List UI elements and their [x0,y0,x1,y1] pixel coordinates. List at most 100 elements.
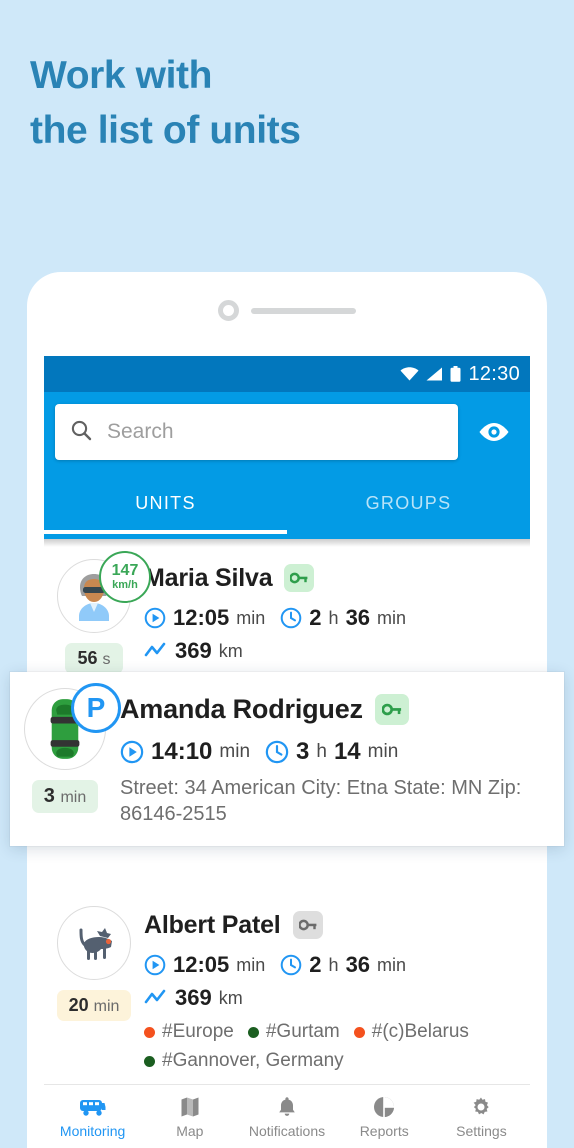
tag-color-dot [247,1026,259,1038]
tag-label: #Gurtam [265,1021,340,1043]
nav-item-monitoring[interactable]: Monitoring [44,1095,141,1139]
stat-engine-hours: 3 h 14 min [265,738,398,766]
stat-duration: 12:05 min [144,605,265,631]
unit-tags: #Europe #Gurtam #(c)Belarus #Gannover, Germ… [144,1018,522,1077]
highlighted-unit-card[interactable]: P 3 min Amanda Rodriguez 14:10 min 3 h 1… [10,672,564,846]
bus-icon [79,1095,106,1119]
headline-line-1: Work with [30,54,213,97]
unit-name: Maria Silva [144,563,273,592]
speed-badge: 147 km/h [99,551,151,603]
stat-value: 12:05 [173,605,230,630]
stat-unit: h [328,607,339,628]
tab-groups[interactable]: GROUPS [287,472,530,534]
unit-name: Albert Patel [144,910,281,939]
stat-unit-2: min [367,741,399,762]
unit-name-row: Albert Patel [144,906,522,944]
stat-engine-hours: 2 h 36 min [280,952,406,978]
avatar-column: P 3 min [10,683,121,828]
nav-label: Settings [456,1122,507,1139]
status-bar-clock: 12:30 [468,362,520,385]
key-icon[interactable] [374,693,409,725]
unit-address: Street: 34 American City: Etna State: MN… [120,777,522,826]
avatar: P [24,683,121,770]
tab-units[interactable]: UNITS [44,472,287,534]
bell-icon [277,1095,297,1119]
key-icon[interactable] [292,911,323,940]
speed-badge-value: 147 [111,562,139,579]
stat-value: 14:10 [151,738,213,765]
unit-info: Albert Patel 12:05 min 2 h 36 min 369 km… [144,906,530,1077]
tab-bar: UNITS GROUPS [44,472,530,534]
app-header-shadow [44,539,530,547]
list-item[interactable]: #Gannover, Germany [144,1047,344,1076]
cat-avatar-icon [79,928,112,961]
stat-value: 2 [309,952,322,978]
play-circle-icon [120,740,144,764]
avatar [57,906,131,981]
stat-duration: 12:05 min [144,952,265,978]
unit-stats: 12:05 min 2 h 36 min 369 km [144,952,522,1011]
unit-info: Amanda Rodriguez 14:10 min 3 h 14 min St… [120,688,564,828]
stat-value: 2 [309,605,322,630]
tag-label: #Europe [162,1021,234,1043]
speed-badge-unit: km/h [112,579,138,591]
gear-icon [470,1095,492,1119]
play-circle-icon [144,607,166,629]
stat-value: 369 [175,985,212,1011]
stat-value: 12:05 [173,952,230,978]
stat-unit: min [236,607,266,628]
search-icon [69,418,93,447]
nav-item-settings[interactable]: Settings [433,1095,530,1139]
stat-unit: min [236,954,266,975]
phone-speaker-row [27,300,547,321]
stat-unit-2: min [377,954,407,975]
stat-value: 3 [296,738,310,765]
unit-name-row: Amanda Rodriguez [120,688,556,730]
signal-icon [426,367,443,381]
nav-item-map[interactable]: Map [141,1095,238,1139]
unit-list: 56 s Maria Silva 12:05 min 2 h 36 min 36… [44,547,530,1148]
status-bar: 12:30 [44,356,530,392]
avatar-column: 20 min [44,906,144,1077]
list-item[interactable]: #(c)Belarus [353,1018,469,1047]
status-badge-unit: min [93,998,120,1016]
search-field[interactable]: Search [55,404,458,460]
nav-label: Monitoring [59,1122,126,1139]
battery-icon [450,366,461,382]
status-badge: 20 min [56,990,132,1022]
unit-name: Amanda Rodriguez [120,693,363,724]
key-icon[interactable] [284,564,315,592]
eye-icon[interactable] [458,420,530,444]
nav-label: Notifications [248,1122,326,1139]
trend-icon [144,642,166,657]
table-row[interactable]: 20 min Albert Patel 12:05 min 2 h 36 min… [44,894,530,1088]
tag-color-dot [144,1056,155,1068]
status-badge: 56 s [65,643,123,674]
map-icon [180,1095,200,1119]
nav-label: Map [176,1122,204,1139]
trend-icon [144,989,166,1004]
nav-item-reports[interactable]: Reports [336,1095,433,1139]
list-item[interactable]: #Europe [144,1018,234,1047]
list-item[interactable]: #Gurtam [247,1018,340,1047]
tag-color-dot [144,1026,155,1038]
status-badge-value: 20 [68,995,89,1016]
headline-line-2: the list of units [30,109,301,153]
unit-name-row: Maria Silva [144,559,522,597]
bottom-navigation: Monitoring Map Notifications Reports Set… [44,1084,530,1148]
status-badge-value: 3 [43,785,55,807]
status-badge-unit: s [102,651,111,668]
app-header: 12:30 Search UNITS GROUPS [44,356,530,539]
nav-item-notifications[interactable]: Notifications [238,1095,335,1139]
unit-stats: 14:10 min 3 h 14 min [120,738,556,766]
status-badge: 3 min [31,780,99,813]
stat-value-2: 36 [345,952,371,978]
search-placeholder: Search [107,420,174,443]
tag-label: #(c)Belarus [371,1021,469,1043]
pie-chart-icon [373,1095,395,1119]
wifi-icon [400,367,419,381]
stat-mileage: 369 km [144,638,243,664]
clock-icon [280,954,302,976]
search-row: Search [44,392,530,472]
stat-unit-2: min [377,607,407,628]
